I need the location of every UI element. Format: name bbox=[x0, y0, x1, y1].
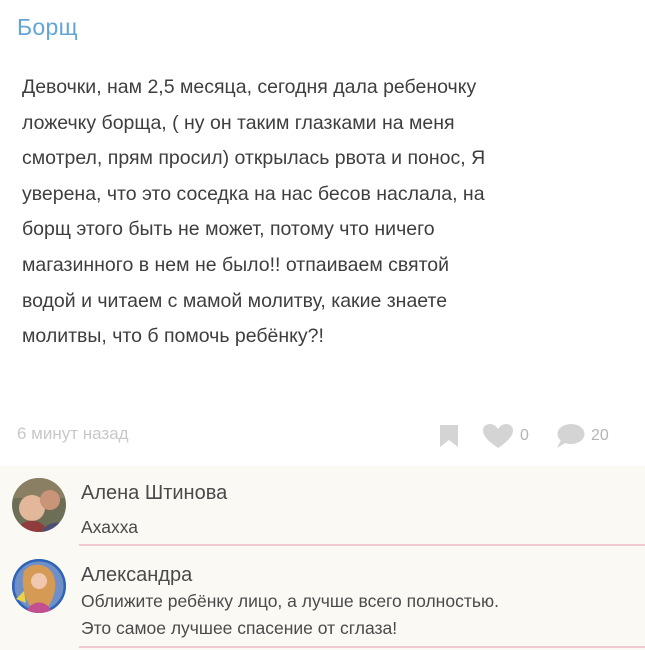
post-title[interactable]: Борщ bbox=[17, 14, 78, 41]
post-body-line: ложечку борща, ( ну он таким глазками на… bbox=[22, 111, 455, 134]
comment-divider bbox=[79, 646, 645, 648]
like-button[interactable]: 0 bbox=[482, 422, 529, 450]
comment-item: Александра Оближите ребёнку лицо, а лучш… bbox=[0, 548, 645, 650]
post-body-line: молитвы, что б помочь ребёнку?! bbox=[22, 325, 324, 348]
post-meta-bar: 6 минут назад 0 20 bbox=[0, 418, 645, 454]
post-body-line: смотрел, прям просил) открылась рвота и … bbox=[22, 147, 486, 170]
comment-divider bbox=[79, 544, 645, 546]
post-body-line: водой и читаем с мамой молитву, какие зн… bbox=[22, 289, 448, 312]
avatar[interactable] bbox=[12, 559, 66, 613]
comment-author[interactable]: Алена Штинова bbox=[81, 482, 227, 505]
bookmark-button[interactable] bbox=[438, 424, 460, 448]
likes-count: 0 bbox=[520, 427, 529, 444]
comment-text: Оближите ребёнку лицо, а лучше всего пол… bbox=[81, 588, 636, 642]
comments-list: Алена Штинова Ахахха Александра Оближите… bbox=[0, 466, 645, 650]
post-body-line: Девочки, нам 2,5 месяца, сегодня дала ре… bbox=[22, 76, 477, 98]
post-body-line: магазинного в нем не было!! отпаиваем св… bbox=[22, 253, 450, 276]
comment-text-line: Это самое лучшее спасение от сглаза! bbox=[81, 618, 398, 638]
comment-author[interactable]: Александра bbox=[81, 564, 192, 587]
avatar-photo bbox=[12, 559, 66, 613]
bookmark-icon bbox=[440, 425, 458, 447]
post-body-line: уверена, что это соседка на нас бесов на… bbox=[22, 182, 485, 205]
post-timestamp: 6 минут назад bbox=[17, 424, 129, 443]
comment-text-line: Ахахха bbox=[81, 517, 138, 537]
speech-bubble-icon bbox=[557, 424, 585, 448]
post-body: Девочки, нам 2,5 месяца, сегодня дала ре… bbox=[22, 70, 634, 355]
avatar-photo bbox=[12, 478, 66, 532]
comment-item: Алена Штинова Ахахха bbox=[0, 466, 645, 548]
avatar[interactable] bbox=[12, 478, 66, 532]
comments-count: 20 bbox=[591, 427, 609, 444]
comments-button[interactable]: 20 bbox=[555, 422, 609, 450]
heart-icon bbox=[483, 424, 513, 448]
post-body-line: борщ этого быть не может, потому что нич… bbox=[22, 218, 435, 241]
comment-text-line: Оближите ребёнку лицо, а лучше всего пол… bbox=[81, 591, 499, 611]
post-card: Борщ Девочки, нам 2,5 месяца, сегодня да… bbox=[0, 0, 645, 468]
